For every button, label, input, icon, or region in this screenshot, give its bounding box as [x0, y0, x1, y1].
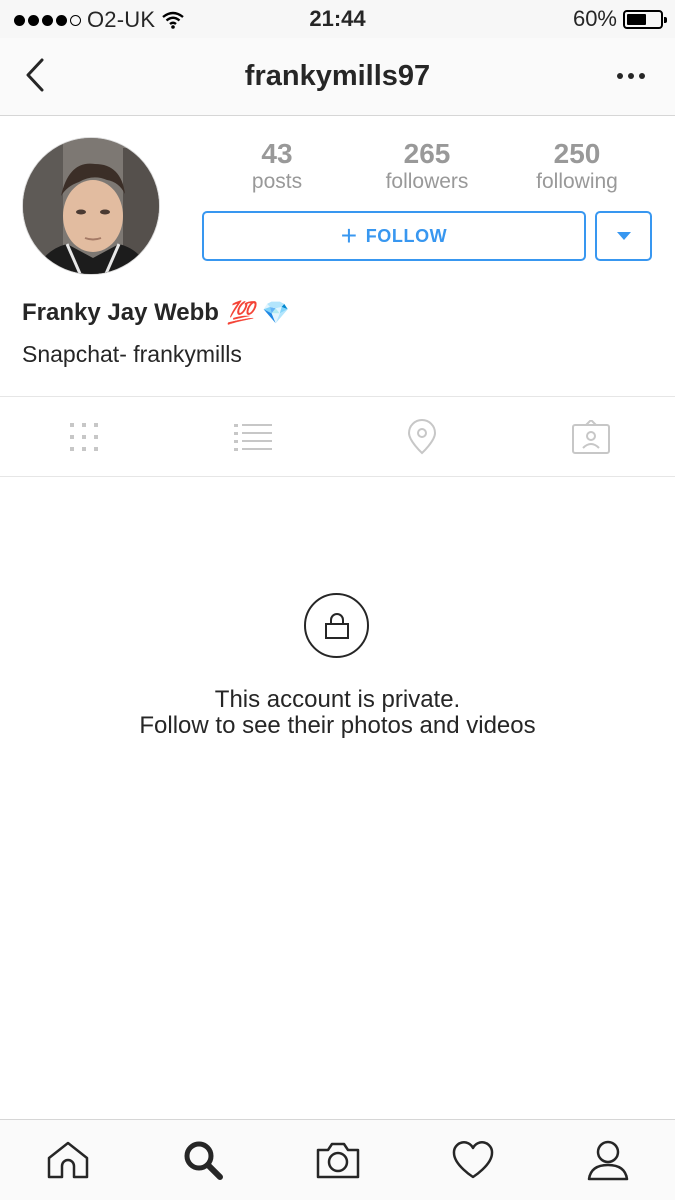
avatar[interactable] — [22, 137, 160, 275]
grid-icon — [70, 422, 99, 451]
tab-location[interactable] — [338, 397, 507, 476]
followers-count: 265 — [403, 138, 451, 169]
follow-button[interactable]: + FOLLOW — [202, 211, 586, 261]
following-count: 250 — [553, 138, 601, 169]
bio-text: Snapchat- frankymills — [22, 341, 242, 367]
stat-posts[interactable]: 43 posts — [202, 138, 352, 194]
nav-header: frankymills97 — [0, 38, 675, 116]
list-icon — [234, 423, 273, 451]
followers-label: followers — [385, 170, 469, 193]
page-title: frankymills97 — [244, 60, 431, 92]
more-options-button[interactable] — [613, 66, 649, 86]
profile-icon — [587, 1140, 628, 1181]
full-name: Franky Jay Webb — [22, 299, 219, 326]
status-right: 60% — [572, 6, 667, 32]
search-tab[interactable] — [135, 1120, 270, 1200]
profile-stats: 43 posts 265 followers 250 following — [202, 138, 652, 194]
plus-icon: + — [340, 220, 358, 251]
private-lock-badge — [304, 593, 369, 658]
tagged-photos-icon — [571, 419, 610, 454]
battery-percent: 60% — [572, 6, 617, 31]
battery-icon — [623, 9, 667, 29]
profile-name: Franky Jay Webb 💯 💎 — [22, 299, 290, 327]
suggested-accounts-button[interactable] — [595, 211, 652, 261]
status-bar: O2-UK 21:44 60% — [0, 0, 675, 38]
activity-tab[interactable] — [405, 1120, 540, 1200]
stat-following[interactable]: 250 following — [502, 138, 652, 194]
stat-followers[interactable]: 265 followers — [352, 138, 502, 194]
camera-tab[interactable] — [270, 1120, 405, 1200]
search-icon — [184, 1141, 223, 1180]
following-label: following — [536, 170, 618, 193]
location-pin-icon — [407, 418, 436, 454]
hundred-emoji: 💯 — [226, 300, 255, 325]
posts-label: posts — [251, 170, 303, 193]
home-icon — [47, 1141, 88, 1179]
triangle-down-icon — [616, 232, 631, 240]
lock-icon — [324, 612, 349, 639]
bottom-tab-bar — [0, 1119, 675, 1200]
more-horizontal-icon — [617, 73, 623, 79]
camera-icon — [316, 1142, 359, 1179]
profile-tabs — [0, 396, 675, 477]
avatar-photo — [23, 138, 159, 274]
private-title: This account is private. — [214, 686, 461, 713]
tab-grid[interactable] — [0, 397, 169, 476]
profile-tab[interactable] — [540, 1120, 675, 1200]
gem-emoji: 💎 — [262, 300, 290, 325]
tab-tagged[interactable] — [506, 397, 675, 476]
posts-count: 43 — [261, 138, 293, 169]
tab-list[interactable] — [169, 397, 338, 476]
private-subtitle: Follow to see their photos and videos — [139, 712, 536, 739]
follow-label: FOLLOW — [365, 225, 448, 246]
heart-icon — [452, 1141, 493, 1179]
home-tab[interactable] — [0, 1120, 135, 1200]
